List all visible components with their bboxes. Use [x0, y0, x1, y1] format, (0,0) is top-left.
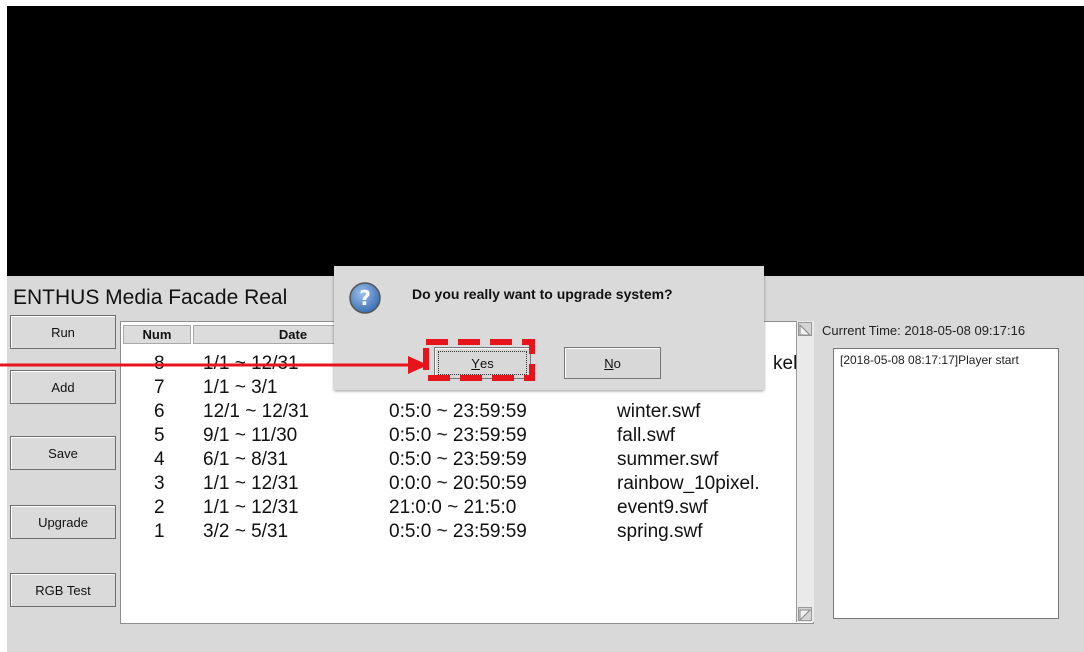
row-file: summer.swf	[617, 449, 719, 470]
row-date: 1/1 ~ 12/31	[203, 473, 299, 494]
upgrade-button[interactable]: Upgrade	[10, 505, 116, 539]
row-time: 0:5:0 ~ 23:59:59	[389, 425, 527, 446]
current-time: Current Time: 2018-05-08 09:17:16	[822, 323, 1026, 338]
no-button-label: o	[613, 355, 621, 371]
upgrade-confirm-dialog: ? Do you really want to upgrade system? …	[334, 266, 764, 390]
row-file: winter.swf	[617, 401, 701, 422]
no-button-mnemonic: N	[604, 355, 614, 371]
yes-button-mnemonic: Y	[471, 355, 480, 371]
row-num: 8	[154, 353, 165, 374]
dialog-message: Do you really want to upgrade system?	[412, 286, 673, 302]
row-date: 9/1 ~ 11/30	[203, 425, 298, 446]
run-button[interactable]: Run	[10, 315, 116, 349]
row-date: 12/1 ~ 12/31	[203, 401, 310, 422]
row-date: 3/2 ~ 5/31	[203, 521, 289, 542]
save-button[interactable]: Save	[10, 436, 116, 470]
yes-button-label: es	[479, 355, 494, 371]
row-time: 21:0:0 ~ 21:5:0	[389, 497, 517, 518]
row-num: 7	[154, 377, 165, 398]
list-scrollbar[interactable]	[796, 321, 814, 622]
row-time: 0:5:0 ~ 23:59:59	[389, 401, 527, 422]
row-num: 5	[154, 425, 165, 446]
row-num: 2	[154, 497, 165, 518]
scroll-down-arrow-icon[interactable]	[798, 607, 812, 622]
row-num: 1	[154, 521, 165, 542]
svg-text:?: ?	[359, 286, 371, 310]
row-date: 6/1 ~ 8/31	[203, 449, 289, 470]
log-panel[interactable]: [2018-05-08 08:17:17]Player start	[833, 348, 1059, 619]
add-button[interactable]: Add	[10, 370, 116, 404]
yes-button[interactable]: Yes	[434, 347, 531, 379]
row-date: 1/1 ~ 12/31	[203, 353, 299, 374]
no-button[interactable]: No	[564, 347, 661, 379]
row-time: 0:0:0 ~ 20:50:59	[389, 473, 527, 494]
row-time: 0:5:0 ~ 23:59:59	[389, 449, 527, 470]
scroll-up-arrow-icon[interactable]	[798, 322, 812, 336]
video-preview	[7, 6, 1084, 276]
rgb-test-button[interactable]: RGB Test	[10, 573, 116, 607]
row-date: 1/1 ~ 12/31	[203, 497, 299, 518]
row-num: 3	[154, 473, 165, 494]
row-num: 6	[154, 401, 165, 422]
row-date: 1/1 ~ 3/1	[203, 377, 278, 398]
row-time: 0:5:0 ~ 23:59:59	[389, 521, 527, 542]
row-file: rainbow_10pixel.	[617, 473, 760, 494]
row-file: spring.swf	[617, 521, 703, 542]
row-file: event9.swf	[617, 497, 708, 518]
row-file: fall.swf	[617, 425, 676, 446]
question-icon: ?	[349, 282, 381, 314]
app-title: ENTHUS Media Facade Real	[13, 286, 288, 309]
column-header-num[interactable]: Num	[123, 325, 191, 344]
row-num: 4	[154, 449, 165, 470]
